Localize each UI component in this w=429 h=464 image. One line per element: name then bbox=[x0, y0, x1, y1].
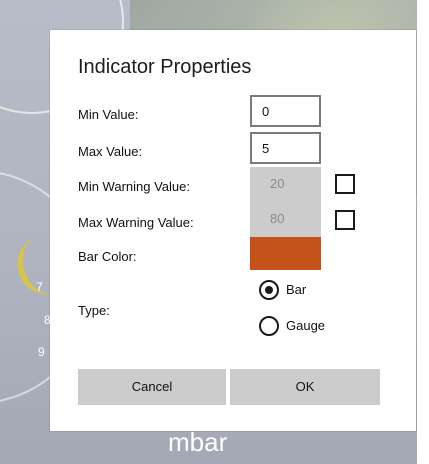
screen: 7 8 9 mbar Indicator Properties Min Valu… bbox=[0, 0, 429, 464]
type-gauge-radio[interactable] bbox=[259, 316, 279, 336]
gauge-tick-label: 9 bbox=[38, 345, 45, 359]
radio-selected-dot bbox=[265, 286, 273, 294]
type-label: Type: bbox=[78, 303, 110, 318]
ok-button[interactable]: OK bbox=[230, 369, 380, 405]
max-warning-label: Max Warning Value: bbox=[78, 215, 194, 230]
bar-color-label: Bar Color: bbox=[78, 249, 137, 264]
type-bar-label: Bar bbox=[286, 282, 307, 297]
dialog-title: Indicator Properties bbox=[78, 56, 252, 78]
min-warning-checkbox[interactable] bbox=[335, 174, 355, 194]
gauge-tick-label: 7 bbox=[36, 280, 43, 294]
min-value-input[interactable]: 0 bbox=[250, 95, 321, 127]
type-gauge-label: Gauge bbox=[286, 318, 326, 333]
indicator-properties-dialog: Indicator Properties Min Value: 0 Max Va… bbox=[50, 30, 416, 431]
type-bar-radio[interactable] bbox=[259, 280, 279, 300]
min-warning-input[interactable]: 20 bbox=[250, 167, 321, 202]
unit-label: mbar bbox=[168, 427, 228, 457]
max-warning-checkbox[interactable] bbox=[335, 210, 355, 230]
max-warning-input[interactable]: 80 bbox=[250, 202, 321, 237]
bar-color-swatch[interactable] bbox=[250, 237, 321, 270]
min-value-label: Min Value: bbox=[78, 107, 139, 122]
max-value-input[interactable]: 5 bbox=[250, 132, 321, 164]
max-value-label: Max Value: bbox=[78, 144, 143, 159]
cancel-button[interactable]: Cancel bbox=[78, 369, 226, 405]
min-warning-label: Min Warning Value: bbox=[78, 179, 190, 194]
